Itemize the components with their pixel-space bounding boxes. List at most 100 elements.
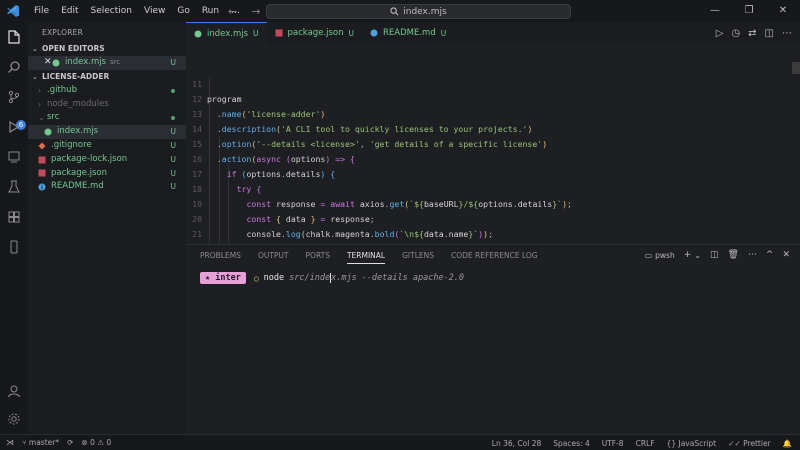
tab-readme[interactable]: README.md U [362, 22, 454, 44]
sync-icon[interactable]: ⟳ [67, 438, 73, 447]
notifications-bell-icon[interactable]: 🔔 [783, 439, 792, 448]
menu-file[interactable]: File [28, 0, 55, 22]
explorer-icon[interactable] [5, 28, 23, 46]
open-editor-item[interactable]: ✕ index.mjs src U [28, 56, 186, 70]
tree-item-node-modules[interactable]: › node_modules [28, 98, 186, 112]
close-icon[interactable]: ✕ [766, 0, 800, 22]
maximize-icon[interactable]: ❐ [732, 0, 766, 22]
tree-item-github[interactable]: › .github [28, 84, 186, 98]
prettier-label: Prettier [743, 438, 771, 448]
cursor-position[interactable]: Ln 36, Col 28 [492, 439, 541, 448]
branch-indicator[interactable]: ⑂ master* [22, 438, 59, 447]
tab-gitlens[interactable]: GITLENS [402, 251, 434, 260]
check-all-icon: ✓✓ [728, 438, 741, 448]
tree-item-label: .github [47, 84, 77, 95]
more-actions-icon[interactable]: ⋯ [748, 250, 757, 260]
close-panel-icon[interactable]: ✕ [782, 250, 790, 260]
file-nodejs-icon [44, 128, 52, 136]
tab-index-mjs[interactable]: index.mjs U [186, 22, 267, 44]
terminal-path: src/inde [289, 273, 331, 283]
code-editor[interactable]: 11 program 12 .name('license-adder') 13 … [186, 44, 800, 244]
open-editors-section[interactable]: ⌄ OPEN EDITORS [28, 42, 186, 56]
terminal-command: node [263, 273, 285, 283]
title-bar: File Edit Selection View Go Run … ← → in… [0, 0, 800, 22]
timeline-icon[interactable]: ◷ [731, 28, 740, 39]
terminal-prompt[interactable]: ★ inter ○ node src/inde x.mjs --details … [200, 272, 464, 284]
tree-item-package-json[interactable]: package.json U [28, 167, 186, 181]
remote-explorer-icon[interactable] [5, 148, 23, 166]
tree-item-label: .gitignore [51, 139, 92, 150]
info-file-icon [370, 29, 378, 37]
compare-icon[interactable]: ⇄ [748, 28, 756, 39]
extensions-icon[interactable] [5, 208, 23, 226]
tree-item-label: index.mjs [57, 126, 99, 137]
tree-item-readme[interactable]: README.md U [28, 180, 186, 194]
tree-item-label: README.md [51, 181, 104, 192]
command-center-text: index.mjs [403, 6, 447, 17]
remote-icon[interactable]: ⋊ [6, 438, 14, 447]
tab-problems[interactable]: PROBLEMS [200, 251, 241, 260]
testing-icon[interactable] [5, 178, 23, 196]
tree-item-package-lock[interactable]: package-lock.json U [28, 153, 186, 167]
chevron-down-icon: ⌄ [32, 72, 38, 81]
terminal-panel: PROBLEMS OUTPUT PORTS TERMINAL GITLENS C… [186, 244, 800, 434]
minimap-slider[interactable] [792, 62, 800, 74]
tab-output[interactable]: OUTPUT [258, 251, 289, 260]
menu-view[interactable]: View [138, 0, 171, 22]
settings-gear-icon[interactable] [5, 410, 23, 428]
account-icon[interactable] [5, 382, 23, 400]
search-icon[interactable] [5, 58, 23, 76]
back-arrow-icon[interactable]: ← [228, 5, 237, 18]
status-untracked: U [170, 58, 177, 67]
status-dot-icon [171, 88, 175, 93]
tree-item-src[interactable]: ⌄ src [28, 111, 186, 125]
menu-go[interactable]: Go [171, 0, 195, 22]
language-mode[interactable]: {} JavaScript [667, 439, 717, 448]
tab-package-json[interactable]: package.json U [267, 22, 362, 44]
code-line: 22 console.log(chalk.bold.blue('\nDescri… [186, 227, 786, 242]
minimap[interactable] [786, 44, 800, 244]
status-dot-icon [171, 116, 175, 121]
branch-pill: ★ inter [200, 272, 246, 284]
indentation[interactable]: Spaces: 4 [553, 439, 589, 448]
shell-name[interactable]: pwsh [655, 251, 675, 260]
tab-status: U [348, 28, 355, 38]
open-editors-label: OPEN EDITORS [42, 44, 105, 53]
chevron-down-icon[interactable]: ⌄ [694, 251, 701, 260]
maximize-panel-icon[interactable]: ^ [766, 250, 774, 260]
open-editor-filename: index.mjs [65, 57, 107, 67]
split-editor-icon[interactable]: ◫ [765, 28, 774, 39]
command-center-search[interactable]: index.mjs [266, 4, 571, 19]
run-debug-icon[interactable] [5, 118, 23, 136]
project-section[interactable]: ⌄ LICENSE-ADDER [28, 70, 186, 84]
tab-code-reference-log[interactable]: CODE REFERENCE LOG [451, 251, 538, 260]
prettier-status[interactable]: ✓✓ Prettier [728, 439, 771, 448]
menu-selection[interactable]: Selection [85, 0, 138, 22]
git-branch-icon: ⑂ [22, 438, 27, 447]
tab-terminal[interactable]: TERMINAL [346, 251, 386, 264]
minimize-icon[interactable]: — [698, 0, 732, 22]
source-control-icon[interactable] [5, 88, 23, 106]
split-terminal-icon[interactable]: ◫ [710, 250, 719, 260]
close-editor-icon[interactable]: ✕ [28, 56, 52, 70]
file-nodejs-icon [52, 59, 60, 67]
code-line: 14 .option('--details <license>', 'get d… [192, 124, 548, 149]
mobile-device-icon[interactable] [5, 238, 23, 256]
line-ending[interactable]: CRLF [636, 439, 655, 448]
npm-file-icon [38, 169, 46, 177]
more-actions-icon[interactable]: ⋯ [782, 28, 792, 39]
menu-run[interactable]: Run [196, 0, 225, 22]
menu-edit[interactable]: Edit [55, 0, 84, 22]
search-icon [390, 7, 399, 16]
forward-arrow-icon[interactable]: → [251, 5, 260, 18]
tree-item-gitignore[interactable]: .gitignore U [28, 139, 186, 153]
problems-indicator[interactable]: ⊗ 0 ⚠ 0 [81, 438, 111, 447]
tab-ports[interactable]: PORTS [306, 251, 330, 260]
encoding[interactable]: UTF-8 [602, 439, 624, 448]
trash-icon[interactable]: 🗑 [727, 250, 738, 260]
braces-icon: {} [666, 438, 677, 448]
run-file-icon[interactable]: ▷ [716, 28, 724, 39]
tree-item-index-mjs[interactable]: index.mjs U [28, 125, 186, 139]
new-terminal-icon[interactable]: + [684, 250, 692, 260]
tab-status: U [440, 28, 447, 38]
